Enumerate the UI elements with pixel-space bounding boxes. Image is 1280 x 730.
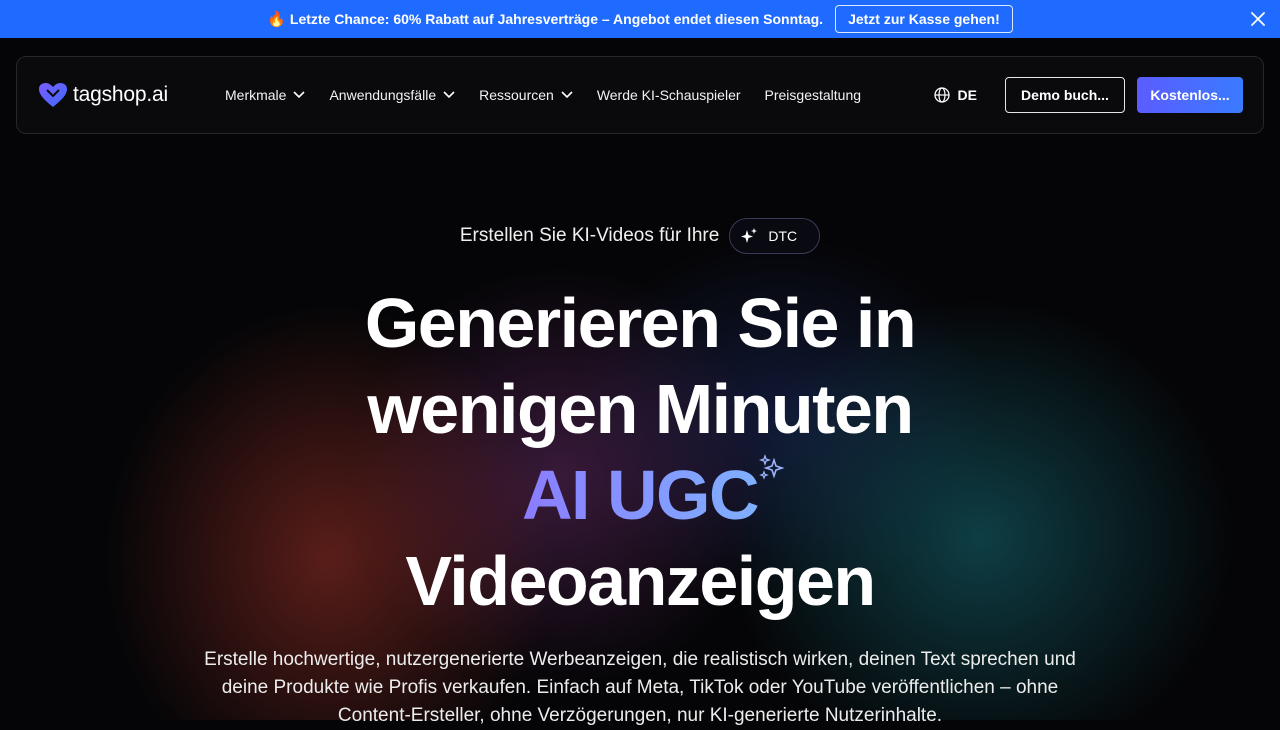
audience-tag: DTC	[729, 218, 821, 254]
language-switcher[interactable]: DE	[933, 87, 977, 103]
chevron-down-icon	[561, 91, 573, 99]
promo-text: Letzte Chance: 60% Rabatt auf Jahresvert…	[289, 11, 824, 27]
nav-actions: DE Demo buch... Kostenlos...	[933, 77, 1243, 113]
book-demo-button[interactable]: Demo buch...	[1005, 77, 1125, 113]
logo-text: tagshop.ai	[73, 83, 168, 106]
headline-accent: AI UGC	[522, 452, 785, 538]
headline-line: Generieren Sie in	[364, 284, 917, 362]
language-label: DE	[957, 87, 977, 103]
headline-line: Videoanzeigen	[405, 542, 876, 620]
promo-message: 🔥 Letzte Chance: 60% Rabatt auf Jahresve…	[267, 10, 823, 28]
nav-item-ki-schauspieler[interactable]: Werde KI-Schauspieler	[597, 87, 741, 103]
fire-icon: 🔥	[267, 11, 286, 28]
headline-accent-row: AI UGC	[0, 452, 1280, 538]
chevron-down-icon	[443, 91, 455, 99]
nav-links: Merkmale Anwendungsfälle Ressourcen Werd…	[225, 87, 885, 103]
headline-accent-text: AI UGC	[522, 456, 758, 534]
tag-label: DTC	[768, 228, 798, 244]
nav-item-label: Merkmale	[225, 87, 287, 103]
nav-item-label: Werde KI-Schauspieler	[596, 87, 741, 103]
nav-item-merkmale[interactable]: Merkmale	[225, 87, 306, 103]
globe-icon	[933, 87, 950, 103]
nav-item-anwendungsfaelle[interactable]: Anwendungsfälle	[329, 87, 455, 103]
nav-item-ressourcen[interactable]: Ressourcen	[479, 87, 573, 103]
sparkle-icon	[741, 228, 758, 243]
sparkle-icon	[758, 454, 785, 480]
hero-eyebrow: Erstellen Sie KI-Videos für Ihre DTC	[0, 218, 1280, 254]
nav-item-label: Anwendungsfälle	[329, 87, 437, 103]
eyebrow-text: Erstellen Sie KI-Videos für Ihre	[459, 225, 720, 246]
nav-item-preisgestaltung[interactable]: Preisgestaltung	[765, 87, 862, 103]
hero-headline: Generieren Sie in wenigen Minuten AI UGC…	[0, 280, 1280, 624]
headline-line: wenigen Minuten	[367, 370, 914, 448]
logo[interactable]: tagshop.ai	[37, 81, 207, 109]
close-icon[interactable]	[1248, 9, 1268, 29]
nav-item-label: Ressourcen	[479, 87, 554, 103]
main-navigation: tagshop.ai Merkmale Anwendungsfälle Ress…	[16, 56, 1264, 134]
free-trial-button[interactable]: Kostenlos...	[1137, 77, 1243, 113]
nav-item-label: Preisgestaltung	[764, 87, 862, 103]
checkout-button[interactable]: Jetzt zur Kasse gehen!	[835, 5, 1013, 33]
hero-description: Erstelle hochwertige, nutzergenerierte W…	[204, 649, 1076, 726]
heart-logo-icon	[39, 83, 67, 107]
promo-banner: 🔥 Letzte Chance: 60% Rabatt auf Jahresve…	[0, 0, 1280, 38]
chevron-down-icon	[293, 91, 306, 99]
